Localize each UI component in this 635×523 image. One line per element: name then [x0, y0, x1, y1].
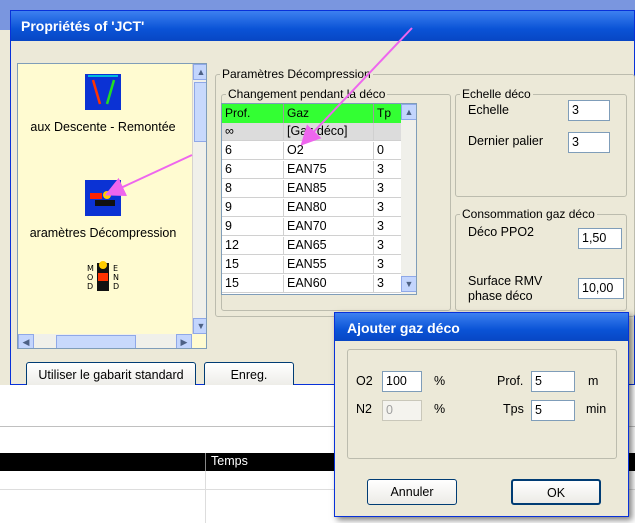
o2-label: O2: [356, 374, 373, 388]
o2-unit: %: [434, 374, 446, 388]
prof-unit: m: [588, 374, 599, 388]
add-deco-gas-dialog: Ajouter gaz déco O2 100 % N2 0 % Prof. 5…: [334, 312, 629, 517]
cancel-button[interactable]: Annuler: [367, 479, 457, 505]
tps-unit: min: [586, 402, 607, 416]
prof-label: Prof.: [497, 374, 524, 388]
prof-input[interactable]: 5: [531, 371, 575, 392]
popup-title: Ajouter gaz déco: [335, 313, 628, 341]
n2-unit: %: [434, 402, 446, 416]
n2-label: N2: [356, 402, 372, 416]
arrow-to-gaz-deco: [300, 27, 413, 146]
arrow-to-decompression-icon: [104, 154, 193, 197]
tps-label: Tps: [503, 402, 524, 416]
o2-input[interactable]: 100: [382, 371, 422, 392]
n2-input: 0: [382, 400, 422, 421]
tps-input[interactable]: 5: [531, 400, 575, 421]
ok-button[interactable]: OK: [511, 479, 601, 505]
